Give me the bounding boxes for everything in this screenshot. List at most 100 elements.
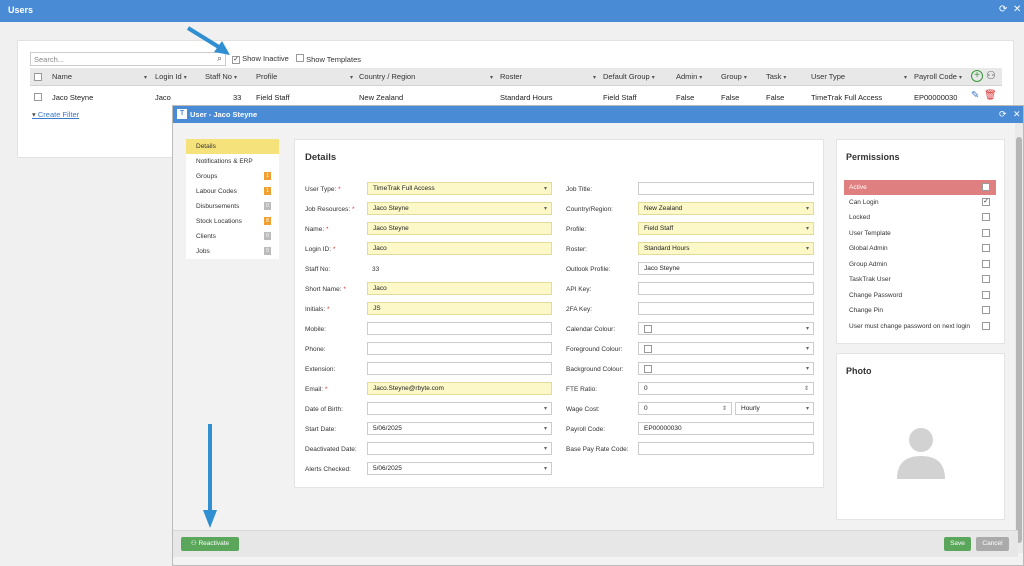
column-filter-icon[interactable]: ▾: [591, 72, 596, 81]
table-row[interactable]: Jaco Steyne Jaco 33 Field Staff New Zeal…: [30, 89, 1002, 105]
extension-field[interactable]: [367, 362, 552, 375]
payroll-code-field[interactable]: EP00000030: [638, 422, 814, 435]
profile-select[interactable]: Field Staff ▾: [638, 222, 814, 235]
user-type-select[interactable]: TimeTrak Full Access ▾: [367, 182, 552, 195]
column-header-staff-no[interactable]: Staff No ▾: [205, 72, 237, 81]
fte-ratio-field[interactable]: 0 ⇕: [638, 382, 814, 395]
base-pay-rate-field[interactable]: [638, 442, 814, 455]
cell-staff-no: 33: [233, 93, 242, 102]
column-header-roster[interactable]: Roster: [500, 72, 522, 81]
show-templates-toggle[interactable]: Show Templates: [296, 54, 361, 64]
label-staff-no: Staff No:: [305, 266, 331, 273]
deactivated-date-field[interactable]: ▾: [367, 442, 552, 455]
permission-global-admin[interactable]: Global Admin: [844, 241, 996, 256]
nav-groups[interactable]: Groups 1: [186, 169, 279, 184]
permission-locked[interactable]: Locked: [844, 210, 996, 225]
wage-cost-field[interactable]: 0 ⇕: [638, 402, 732, 415]
count-badge: 8: [264, 217, 271, 225]
nav-disbursements[interactable]: Disbursements 0: [186, 199, 279, 214]
nav-jobs[interactable]: Jobs 0: [186, 244, 279, 259]
column-header-login[interactable]: Login Id ▾: [155, 72, 187, 81]
start-date-field[interactable]: 5/06/2025 ▾: [367, 422, 552, 435]
api-key-field[interactable]: [638, 282, 814, 295]
background-colour-picker[interactable]: ▾: [638, 362, 814, 375]
roster-select[interactable]: Standard Hours ▾: [638, 242, 814, 255]
column-header-profile[interactable]: Profile: [256, 72, 277, 81]
reactivate-button[interactable]: ⚇ Reactivate: [181, 537, 239, 551]
login-id-field[interactable]: Jaco: [367, 242, 552, 255]
chevron-down-icon: ▾: [543, 446, 547, 452]
name-field[interactable]: Jaco Steyne: [367, 222, 552, 235]
label-payroll-code: Payroll Code:: [566, 426, 606, 433]
initials-field[interactable]: JS: [367, 302, 552, 315]
user-settings-icon[interactable]: ⚇: [986, 69, 996, 82]
annotation-arrow-icon: [186, 26, 230, 55]
job-title-field[interactable]: [638, 182, 814, 195]
label-2fa-key: 2FA Key:: [566, 306, 593, 313]
details-title: Details: [305, 152, 337, 163]
outlook-profile-field[interactable]: Jaco Steyne: [638, 262, 814, 275]
date-of-birth-field[interactable]: ▾: [367, 402, 552, 415]
cancel-button[interactable]: Cancel: [976, 537, 1009, 551]
column-header-admin[interactable]: Admin ▾: [676, 72, 702, 81]
permission-change-pin[interactable]: Change Pin: [844, 303, 996, 318]
label-api-key: API Key:: [566, 286, 592, 293]
nav-labour-codes[interactable]: Labour Codes 1: [186, 184, 279, 199]
save-button[interactable]: Save: [944, 537, 971, 551]
create-filter-link[interactable]: ▾ Create Filter: [32, 110, 79, 119]
add-icon[interactable]: +: [971, 70, 983, 82]
short-name-field[interactable]: Jaco: [367, 282, 552, 295]
edit-icon[interactable]: ✎: [971, 90, 979, 101]
permission-tasktrak-user[interactable]: TaskTrak User: [844, 272, 996, 287]
permission-must-change-password[interactable]: User must change password on next login: [844, 319, 996, 334]
column-filter-icon[interactable]: ▾: [902, 72, 907, 81]
close-icon[interactable]: ✕: [1013, 4, 1021, 15]
country-select[interactable]: New Zealand ▾: [638, 202, 814, 215]
avatar-placeholder-icon[interactable]: [895, 424, 947, 479]
chevron-down-icon: ▾: [805, 246, 809, 252]
column-filter-icon[interactable]: ▾: [142, 72, 147, 81]
permission-change-password[interactable]: Change Password: [844, 288, 996, 303]
close-icon[interactable]: ✕: [1013, 109, 1021, 120]
show-templates-checkbox[interactable]: [296, 54, 304, 62]
show-inactive-toggle[interactable]: ✓ Show Inactive: [232, 54, 289, 64]
colour-swatch: [644, 345, 652, 353]
permission-checkbox: [982, 275, 990, 283]
2fa-key-field[interactable]: [638, 302, 814, 315]
column-filter-icon[interactable]: ▾: [488, 72, 493, 81]
column-header-user-type[interactable]: User Type: [811, 72, 845, 81]
stepper-icon: ⇕: [803, 386, 809, 392]
column-filter-icon[interactable]: ▾: [348, 72, 353, 81]
permission-user-template[interactable]: User Template: [844, 226, 996, 241]
select-all-checkbox[interactable]: [34, 73, 42, 81]
nav-notifications[interactable]: Notifications & ERP: [186, 154, 279, 169]
row-checkbox[interactable]: [34, 93, 42, 101]
refresh-icon[interactable]: ⟳: [999, 4, 1007, 15]
mobile-field[interactable]: [367, 322, 552, 335]
column-header-name[interactable]: Name: [52, 72, 72, 81]
nav-details[interactable]: Details: [186, 139, 279, 154]
job-resources-select[interactable]: Jaco Steyne ▾: [367, 202, 552, 215]
alerts-checked-field[interactable]: 5/06/2025 ▾: [367, 462, 552, 475]
calendar-colour-picker[interactable]: ▾: [638, 322, 814, 335]
label-email: Email: *: [305, 386, 328, 393]
wage-period-select[interactable]: Hourly ▾: [735, 402, 814, 415]
permission-can-login[interactable]: Can Login ✓: [844, 195, 996, 210]
nav-clients[interactable]: Clients 0: [186, 229, 279, 244]
dialog-scrollbar[interactable]: [1015, 123, 1023, 553]
column-header-country[interactable]: Country / Region: [359, 72, 415, 81]
column-header-payroll[interactable]: Payroll Code ▾: [914, 72, 962, 81]
column-header-default-group[interactable]: Default Group ▾: [603, 72, 655, 81]
foreground-colour-picker[interactable]: ▾: [638, 342, 814, 355]
permission-group-admin[interactable]: Group Admin: [844, 257, 996, 272]
column-header-task[interactable]: Task ▾: [766, 72, 786, 81]
phone-field[interactable]: [367, 342, 552, 355]
permission-active[interactable]: Active: [844, 180, 996, 195]
column-header-group[interactable]: Group ▾: [721, 72, 747, 81]
count-badge: 0: [264, 232, 271, 240]
email-field[interactable]: Jaco.Steyne@rbyte.com: [367, 382, 552, 395]
refresh-icon[interactable]: ⟳: [999, 109, 1007, 120]
scrollbar-thumb[interactable]: [1016, 137, 1022, 543]
nav-stock-locations[interactable]: Stock Locations 8: [186, 214, 279, 229]
delete-icon[interactable]: 🗑: [984, 90, 997, 101]
